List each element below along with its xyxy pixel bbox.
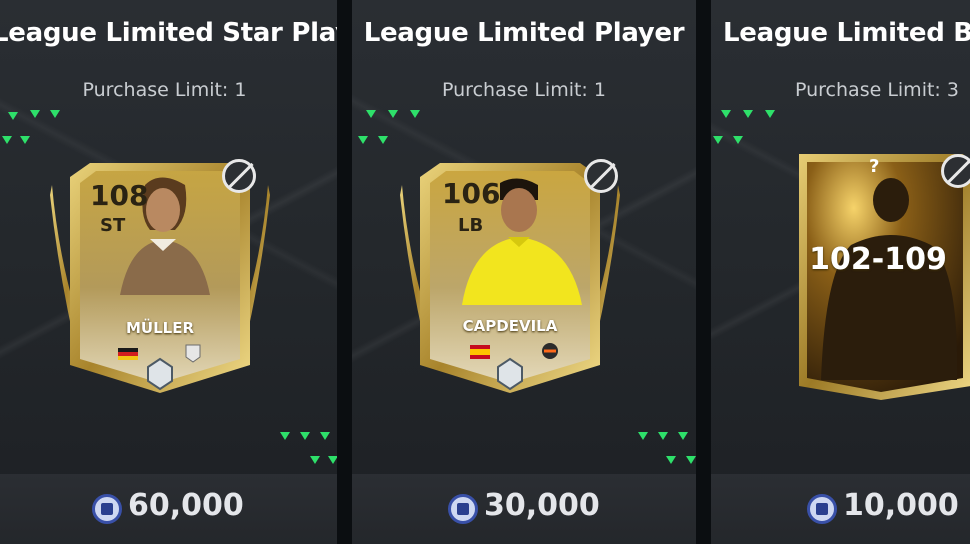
untradeable-icon — [584, 159, 618, 193]
offer-panel-star-player[interactable]: League Limited Star Player Purchase Limi… — [0, 0, 337, 544]
price-bar[interactable]: 60,000 — [0, 474, 337, 544]
arrow-indicator-icon — [30, 110, 40, 118]
offer-title: League Limited Bu — [723, 18, 970, 48]
arrow-indicator-icon — [638, 432, 648, 440]
arrow-indicator-icon — [8, 112, 18, 120]
arrow-indicator-icon — [658, 432, 668, 440]
arrow-indicator-icon — [733, 136, 743, 144]
purchase-limit: Purchase Limit: 3 — [795, 79, 959, 101]
mystery-player-card[interactable]: ? 102-109 — [791, 150, 970, 400]
untradeable-icon — [941, 154, 970, 188]
player-rating: 108 — [90, 179, 149, 212]
player-position: ST — [100, 215, 126, 236]
offer-title: League Limited Player — [363, 18, 685, 48]
player-name: CAPDEVILA — [462, 317, 558, 335]
arrow-indicator-icon — [765, 110, 775, 118]
arrow-indicator-icon — [358, 136, 368, 144]
arrow-indicator-icon — [678, 432, 688, 440]
arrow-indicator-icon — [410, 110, 420, 118]
offer-title: League Limited Star Player — [0, 18, 337, 48]
coin-icon — [92, 494, 122, 524]
arrow-indicator-icon — [713, 136, 723, 144]
price-bar[interactable]: 10,000 — [711, 474, 970, 544]
untradeable-icon — [222, 159, 256, 193]
rating-range: 102-109 — [809, 242, 947, 277]
arrow-indicator-icon — [743, 110, 753, 118]
arrow-indicator-icon — [686, 456, 696, 464]
mystery-mark: ? — [869, 156, 880, 177]
arrow-indicator-icon — [2, 136, 12, 144]
purchase-limit: Purchase Limit: 1 — [442, 79, 606, 101]
price-value: 10,000 — [843, 488, 959, 523]
offer-panel-player[interactable]: League Limited Player Purchase Limit: 1 — [352, 0, 696, 544]
arrow-indicator-icon — [328, 456, 337, 464]
purchase-limit: Purchase Limit: 1 — [82, 79, 247, 101]
arrow-indicator-icon — [20, 136, 30, 144]
arrow-indicator-icon — [50, 110, 60, 118]
arrow-indicator-icon — [320, 432, 330, 440]
arrow-indicator-icon — [300, 432, 310, 440]
arrow-indicator-icon — [666, 456, 676, 464]
arrow-indicator-icon — [310, 456, 320, 464]
arrow-indicator-icon — [721, 110, 731, 118]
arrow-indicator-icon — [280, 432, 290, 440]
price-value: 60,000 — [128, 488, 244, 523]
offer-panel-mystery[interactable]: League Limited Bu Purchase Limit: 3 ? 10… — [711, 0, 970, 544]
coin-icon — [448, 494, 478, 524]
player-position: LB — [458, 215, 484, 236]
price-value: 30,000 — [484, 488, 600, 523]
arrow-indicator-icon — [366, 110, 376, 118]
player-name: MÜLLER — [125, 319, 195, 337]
arrow-indicator-icon — [378, 136, 388, 144]
player-card[interactable]: 108 ST MÜLLER — [50, 155, 270, 400]
card-frame — [400, 163, 620, 393]
arrow-indicator-icon — [388, 110, 398, 118]
player-rating: 106 — [442, 177, 501, 210]
player-card[interactable]: 106 LB CAPDEVILA — [400, 155, 620, 400]
coin-icon — [807, 494, 837, 524]
price-bar[interactable]: 30,000 — [352, 474, 696, 544]
